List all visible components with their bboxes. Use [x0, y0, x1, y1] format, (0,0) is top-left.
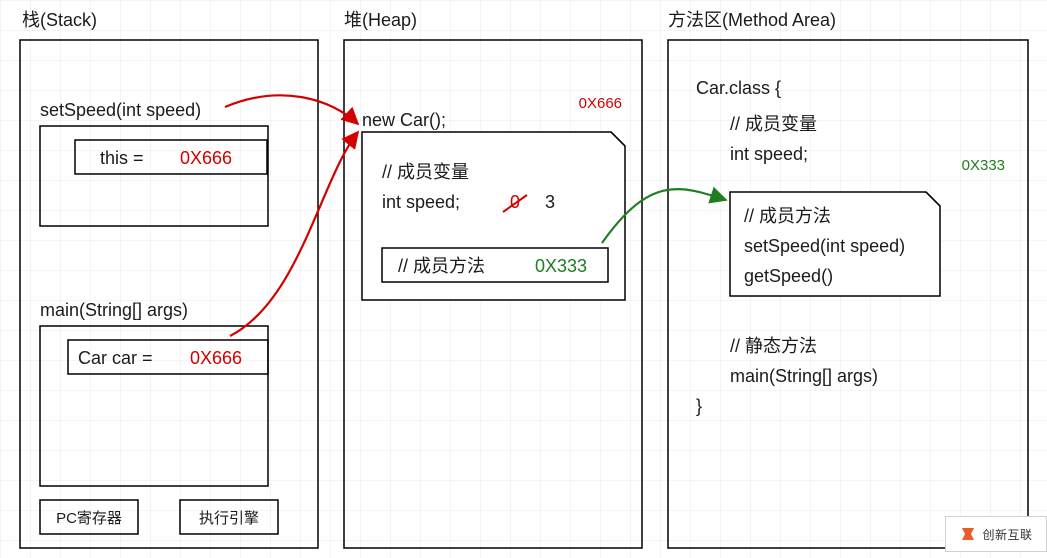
stack-frame1-var-addr: 0X666 — [180, 148, 232, 168]
methodarea-column: Car.class { // 成员变量 int speed; 0X333 // … — [668, 40, 1028, 548]
heap-method-comment: // 成员方法 — [398, 256, 485, 276]
stack-frame1-header: setSpeed(int speed) — [40, 100, 201, 120]
class-close: } — [696, 396, 702, 416]
class-open: Car.class { — [696, 78, 781, 98]
heap-new-label: new Car(); — [362, 110, 446, 130]
ma-addr: 0X333 — [962, 157, 1005, 174]
ma-method1: setSpeed(int speed) — [744, 236, 905, 256]
stack-column: setSpeed(int speed) this = 0X666 main(St… — [20, 40, 318, 548]
heap-method-addr: 0X333 — [535, 256, 587, 276]
arrow-this-to-heap — [225, 95, 358, 124]
pc-register-label: PC寄存器 — [56, 509, 122, 527]
stack-frame1-box — [40, 126, 268, 226]
heap-addr: 0X666 — [579, 95, 622, 112]
exec-engine-label: 执行引擎 — [199, 510, 259, 527]
watermark-icon — [959, 525, 977, 543]
heap-title: 堆(Heap) — [344, 10, 417, 30]
heap-field-decl: int speed; — [382, 192, 460, 212]
watermark-badge: 创新互联 — [945, 516, 1047, 552]
ma-static-comment: // 静态方法 — [730, 336, 817, 356]
stack-frame2-header: main(String[] args) — [40, 300, 188, 320]
heap-field-new: 3 — [545, 192, 555, 212]
ma-field-decl: int speed; — [730, 144, 808, 164]
ma-static-method: main(String[] args) — [730, 366, 878, 386]
ma-method2: getSpeed() — [744, 266, 833, 286]
ma-method-comment: // 成员方法 — [744, 206, 831, 226]
stack-title: 栈(Stack) — [22, 10, 97, 30]
heap-column: new Car(); 0X666 // 成员变量 int speed; 0 3 … — [344, 40, 642, 548]
stack-frame1-var-label: this = — [100, 148, 144, 168]
arrow-car-to-heap — [230, 132, 358, 336]
heap-field-comment: // 成员变量 — [382, 162, 469, 182]
heap-object-note: // 成员变量 int speed; 0 3 // 成员方法 0X333 — [362, 132, 625, 300]
methodarea-title: 方法区(Method Area) — [668, 10, 836, 30]
watermark-text: 创新互联 — [982, 526, 1032, 543]
diagram-canvas: 栈(Stack) 堆(Heap) 方法区(Method Area) setSpe… — [0, 0, 1047, 558]
ma-field-comment: // 成员变量 — [730, 114, 817, 134]
ma-method-note: // 成员方法 setSpeed(int speed) getSpeed() — [730, 192, 940, 296]
stack-frame2-var-label: Car car = — [78, 348, 153, 368]
stack-frame2-var-addr: 0X666 — [190, 348, 242, 368]
